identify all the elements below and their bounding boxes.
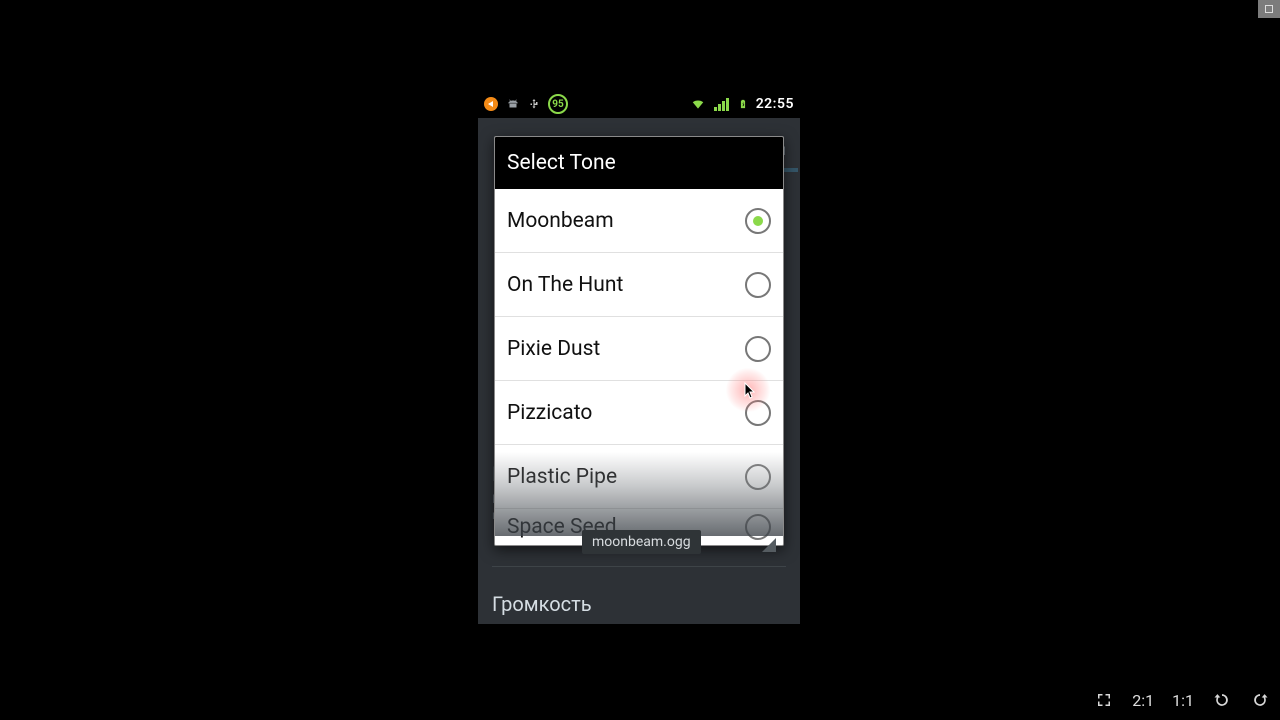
select-tone-dialog: Select Tone Moonbeam On The Hunt Pixie D… xyxy=(494,136,784,546)
phone-frame: 95 22:55 Предпочтения Мелодия Выберите м… xyxy=(478,90,800,624)
radio-icon[interactable] xyxy=(745,514,771,540)
tone-label: Pizzicato xyxy=(507,401,592,425)
android-icon xyxy=(506,97,520,111)
wifi-icon xyxy=(690,97,706,111)
usb-icon xyxy=(528,96,540,112)
signal-icon xyxy=(714,97,730,111)
tone-item[interactable]: Plastic Pipe xyxy=(495,445,783,509)
back-orange-icon xyxy=(484,97,498,111)
restore-icon xyxy=(1265,5,1273,13)
tone-label: Pixie Dust xyxy=(507,337,600,361)
dialog-title: Select Tone xyxy=(495,137,783,189)
window-restore-button[interactable] xyxy=(1258,0,1280,18)
emulator-taskbar: 2:1 1:1 xyxy=(1094,686,1270,714)
zoom-ratio-a[interactable]: 2:1 xyxy=(1132,691,1154,710)
tone-label: On The Hunt xyxy=(507,273,623,297)
radio-icon[interactable] xyxy=(745,464,771,490)
status-bar: 95 22:55 xyxy=(478,90,800,118)
settings-divider xyxy=(492,566,786,567)
tone-item[interactable]: On The Hunt xyxy=(495,253,783,317)
charging-battery-icon xyxy=(738,96,748,112)
tone-item[interactable]: Moonbeam xyxy=(495,189,783,253)
battery-ring-icon: 95 xyxy=(548,94,568,114)
radio-icon[interactable] xyxy=(745,400,771,426)
tone-list[interactable]: Moonbeam On The Hunt Pixie Dust Pizzicat… xyxy=(495,189,783,545)
radio-icon[interactable] xyxy=(745,208,771,234)
rotate-cw-icon[interactable] xyxy=(1250,690,1270,710)
setting-volume-title[interactable]: Громкость xyxy=(492,592,592,616)
tone-item[interactable]: Pizzicato xyxy=(495,381,783,445)
resize-grip-icon xyxy=(762,538,776,552)
tone-item[interactable]: Pixie Dust xyxy=(495,317,783,381)
status-clock: 22:55 xyxy=(756,96,794,112)
tone-label: Moonbeam xyxy=(507,209,614,233)
zoom-ratio-b[interactable]: 1:1 xyxy=(1172,691,1194,710)
tone-label: Plastic Pipe xyxy=(507,465,617,489)
rotate-ccw-icon[interactable] xyxy=(1212,690,1232,710)
radio-icon[interactable] xyxy=(745,336,771,362)
radio-icon[interactable] xyxy=(745,272,771,298)
filename-tooltip: moonbeam.ogg xyxy=(582,530,701,554)
fullscreen-icon[interactable] xyxy=(1094,690,1114,710)
